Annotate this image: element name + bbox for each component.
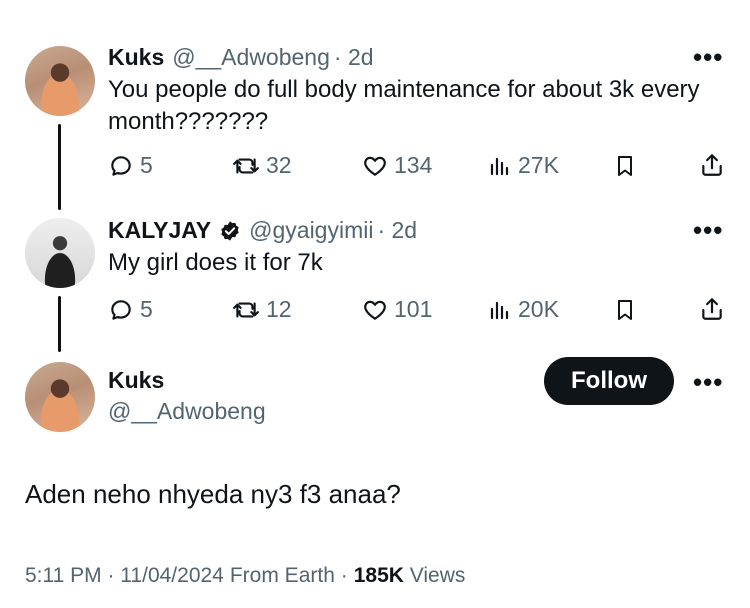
bookmark-icon[interactable]: [613, 153, 637, 184]
tweet-header: Kuks @__Adwobeng · 2d: [108, 44, 374, 71]
reply-icon: [111, 155, 131, 176]
views-icon: [490, 157, 509, 175]
post-time[interactable]: 5:11 PM · 11/04/2024: [25, 564, 224, 588]
reply-button[interactable]: 5: [108, 152, 153, 179]
retweet-button[interactable]: 32: [232, 152, 292, 179]
avatar[interactable]: [25, 218, 95, 288]
views-count: 20K: [518, 296, 559, 322]
reply-button[interactable]: 5: [108, 296, 153, 323]
display-name[interactable]: KALYJAY: [108, 217, 211, 244]
thread-line: [58, 296, 61, 352]
handle[interactable]: @__Adwobeng: [172, 44, 330, 71]
tweet-header: KALYJAY @gyaigyimii · 2d: [108, 217, 417, 244]
tweet-text: You people do full body maintenance for …: [108, 74, 738, 138]
timestamp[interactable]: · 2d: [377, 217, 417, 244]
views-label: Views: [409, 564, 466, 587]
views-total: 185K: [353, 564, 404, 587]
like-count: 101: [394, 296, 433, 322]
handle[interactable]: @gyaigyimii: [249, 217, 373, 244]
views-count: 27K: [518, 152, 559, 178]
views-button[interactable]: 20K: [488, 296, 559, 323]
avatar[interactable]: [25, 362, 95, 432]
more-icon[interactable]: •••: [693, 367, 723, 398]
like-count: 134: [394, 152, 433, 178]
like-button[interactable]: 134: [362, 152, 432, 179]
handle[interactable]: @__Adwobeng: [108, 398, 266, 425]
tweet-text-line: You people do full body maintenance for …: [108, 76, 700, 103]
thread-line: [58, 124, 61, 210]
verified-icon: [221, 220, 239, 241]
display-name[interactable]: Kuks: [108, 44, 164, 71]
more-icon[interactable]: •••: [693, 215, 723, 246]
like-button[interactable]: 101: [362, 296, 432, 323]
like-icon: [364, 156, 386, 176]
retweet-count: 12: [266, 296, 292, 322]
display-name[interactable]: Kuks: [108, 367, 164, 394]
reply-count: 5: [140, 152, 153, 178]
tweet-text: My girl does it for 7k: [108, 249, 323, 276]
follow-button[interactable]: Follow: [544, 357, 674, 405]
like-icon: [364, 300, 386, 320]
views-button[interactable]: 27K: [488, 152, 559, 179]
views-summary[interactable]: 185K Views: [354, 564, 466, 588]
tweet-footer: 5:11 PM · 11/04/2024 From Earth · 185K V…: [25, 564, 465, 588]
retweet-count: 32: [266, 152, 292, 178]
post-source: From Earth ·: [229, 564, 348, 587]
reply-count: 5: [140, 296, 153, 322]
retweet-button[interactable]: 12: [232, 296, 292, 323]
retweet-icon: [233, 157, 259, 174]
tweet-text: Aden neho nhyeda ny3 f3 anaa?: [25, 479, 401, 509]
timestamp[interactable]: · 2d: [334, 44, 374, 71]
more-icon[interactable]: •••: [693, 42, 723, 73]
share-icon[interactable]: [699, 152, 725, 183]
retweet-icon: [233, 301, 259, 318]
share-icon[interactable]: [699, 296, 725, 327]
reply-icon: [111, 299, 131, 320]
tweet-text-line: month???????: [108, 108, 269, 135]
bookmark-icon[interactable]: [613, 297, 637, 328]
views-icon: [490, 301, 509, 319]
avatar[interactable]: [25, 46, 95, 116]
